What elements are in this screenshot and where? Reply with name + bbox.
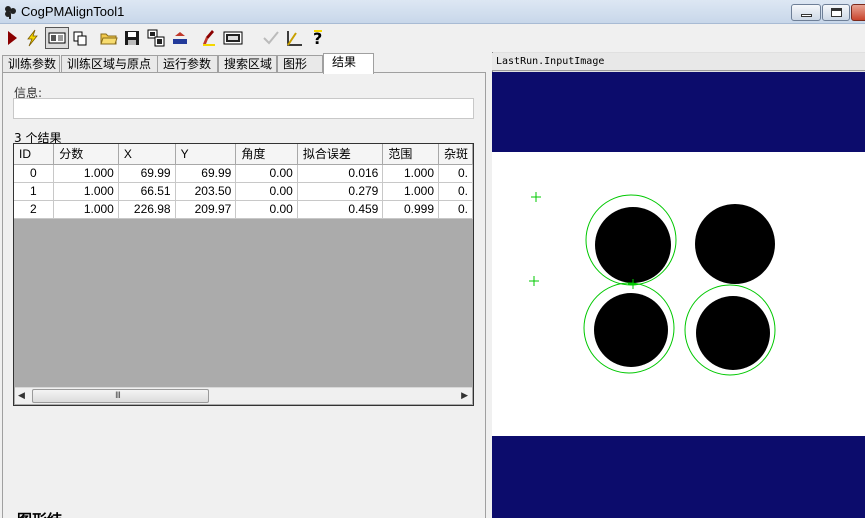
cell-score: 1.000 <box>53 164 119 183</box>
results-grid[interactable]: ID 分数 X Y 角度 拟合误差 范围 杂斑 0 1.000 69.99 69… <box>13 143 474 406</box>
col-header-angle[interactable]: 角度 <box>235 144 298 165</box>
tab-run-params[interactable]: 运行参数 <box>157 55 218 73</box>
tab-strip: 训练参数 训练区域与原点 运行参数 搜索区域 图形 结果 <box>0 53 487 74</box>
table-row[interactable]: 1 1.000 66.51 203.50 0.00 0.279 1.000 0. <box>14 182 473 201</box>
accept-button[interactable] <box>260 27 282 49</box>
help-button[interactable]: ? <box>307 27 329 49</box>
tab-search-region[interactable]: 搜索区域 <box>218 55 277 73</box>
reset-icon <box>173 32 187 44</box>
properties-button[interactable] <box>145 27 167 49</box>
table-row[interactable]: 0 1.000 69.99 69.99 0.00 0.016 1.000 0. <box>14 164 473 183</box>
cell-fit-error: 0.279 <box>297 182 384 201</box>
copy-button[interactable] <box>69 27 91 49</box>
electric-button[interactable] <box>21 27 43 49</box>
scroll-left-icon[interactable]: ◀ <box>18 391 25 401</box>
cell-x: 226.98 <box>118 200 176 219</box>
top-band <box>492 72 865 152</box>
cell-clutter: 0. <box>438 182 473 201</box>
blob <box>595 207 671 283</box>
brush-button[interactable] <box>198 27 220 49</box>
col-header-fit-error[interactable]: 拟合误差 <box>297 144 384 165</box>
open-folder-icon <box>100 33 118 45</box>
reset-button[interactable] <box>169 27 191 49</box>
cell-id: 0 <box>14 164 55 183</box>
minimize-button[interactable] <box>791 4 821 21</box>
cell-angle: 0.00 <box>235 164 298 183</box>
blob <box>696 296 770 370</box>
window-title: CogPMAlignTool1 <box>21 4 125 19</box>
measure-icon <box>287 31 302 46</box>
blob <box>695 204 775 284</box>
col-header-score[interactable]: 分数 <box>53 144 119 165</box>
horizontal-scrollbar[interactable]: ◀ III ▶ <box>15 387 472 404</box>
cell-clutter: 0. <box>438 200 473 219</box>
cell-id: 1 <box>14 182 55 201</box>
minimize-icon <box>801 14 812 17</box>
save-button[interactable] <box>121 27 143 49</box>
cell-score: 1.000 <box>53 182 119 201</box>
cell-coverage: 1.000 <box>382 182 440 201</box>
cell-fit-error: 0.459 <box>297 200 384 219</box>
tab-train-region[interactable]: 训练区域与原点 <box>61 55 158 73</box>
col-header-x[interactable]: X <box>118 144 176 165</box>
title-bar: CogPMAlignTool1 <box>0 0 865 24</box>
image-view-button[interactable] <box>45 27 69 49</box>
col-header-coverage[interactable]: 范围 <box>382 144 440 165</box>
maximize-button[interactable] <box>822 4 850 21</box>
cell-x: 69.99 <box>118 164 176 183</box>
app-icon <box>5 6 16 19</box>
table-row[interactable]: 2 1.000 226.98 209.97 0.00 0.459 0.999 0… <box>14 200 473 219</box>
properties-icon <box>147 29 165 47</box>
cell-y: 209.97 <box>175 200 237 219</box>
bottom-band <box>492 436 865 518</box>
run-button[interactable] <box>1 27 23 49</box>
tab-train-params[interactable]: 训练参数 <box>2 55 60 73</box>
info-field[interactable] <box>13 98 474 119</box>
col-header-id[interactable]: ID <box>14 144 55 165</box>
cell-id: 2 <box>14 200 55 219</box>
toolbar: ? <box>0 25 865 51</box>
input-image <box>492 72 865 518</box>
scroll-thumb[interactable]: III <box>32 389 209 403</box>
cell-y: 69.99 <box>175 164 237 183</box>
checkmark-icon <box>263 31 279 45</box>
grid-header-row: ID 分数 X Y 角度 拟合误差 范围 杂斑 <box>14 144 473 165</box>
cell-y: 203.50 <box>175 182 237 201</box>
cell-angle: 0.00 <box>235 200 298 219</box>
graphics-section-heading: 图形结 <box>17 509 62 518</box>
scroll-right-icon[interactable]: ▶ <box>461 391 468 401</box>
image-viewer-title: LastRun.InputImage <box>492 53 865 71</box>
cell-x: 66.51 <box>118 182 176 201</box>
maximize-icon <box>831 8 842 17</box>
brush-icon <box>203 30 215 46</box>
lightning-icon <box>27 29 38 47</box>
blob <box>594 293 668 367</box>
number-display-button[interactable] <box>222 27 244 49</box>
help-icon: ? <box>313 29 322 47</box>
copy-icon <box>73 31 87 46</box>
cell-clutter: 0. <box>438 164 473 183</box>
close-button[interactable] <box>851 4 865 21</box>
col-header-y[interactable]: Y <box>175 144 237 165</box>
image-display[interactable] <box>492 72 865 518</box>
cell-fit-error: 0.016 <box>297 164 384 183</box>
open-button[interactable] <box>98 27 120 49</box>
cell-score: 1.000 <box>53 200 119 219</box>
image-view-icon <box>48 32 66 44</box>
run-icon <box>8 31 17 45</box>
cell-coverage: 0.999 <box>382 200 440 219</box>
scroll-grip: III <box>115 391 121 401</box>
tab-graphics[interactable]: 图形 <box>277 55 323 73</box>
number-display-icon <box>223 31 243 45</box>
cell-angle: 0.00 <box>235 182 298 201</box>
cell-coverage: 1.000 <box>382 164 440 183</box>
measure-button[interactable] <box>283 27 305 49</box>
col-header-clutter[interactable]: 杂斑 <box>438 144 473 165</box>
save-icon <box>125 31 139 45</box>
tab-results[interactable]: 结果 <box>323 53 374 74</box>
